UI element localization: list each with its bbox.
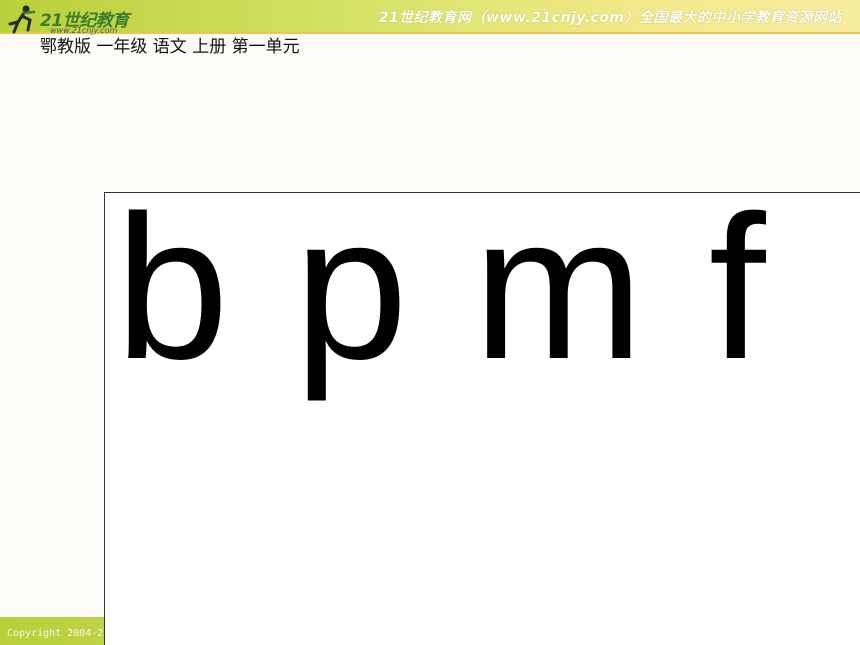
letter-p: p	[293, 173, 408, 402]
pinyin-letters: b p m f	[115, 165, 774, 411]
breadcrumb: 鄂教版 一年级 语文 上册 第一单元	[40, 37, 300, 57]
runner-logo-icon	[8, 5, 36, 34]
letter-m: m	[472, 173, 644, 402]
site-title: 21世纪教育网（www.21cnjy.com）全国最大的中小学教育资源网站	[378, 10, 842, 26]
letter-f: f	[708, 173, 766, 402]
slide-card: b p m f	[104, 173, 860, 645]
letter-b: b	[115, 173, 230, 402]
copyright-text: Copyright 2004-2	[7, 628, 104, 639]
header-band: 21世纪教育 www.21cnjy.com 21世纪教育网（www.21cnjy…	[0, 0, 860, 35]
